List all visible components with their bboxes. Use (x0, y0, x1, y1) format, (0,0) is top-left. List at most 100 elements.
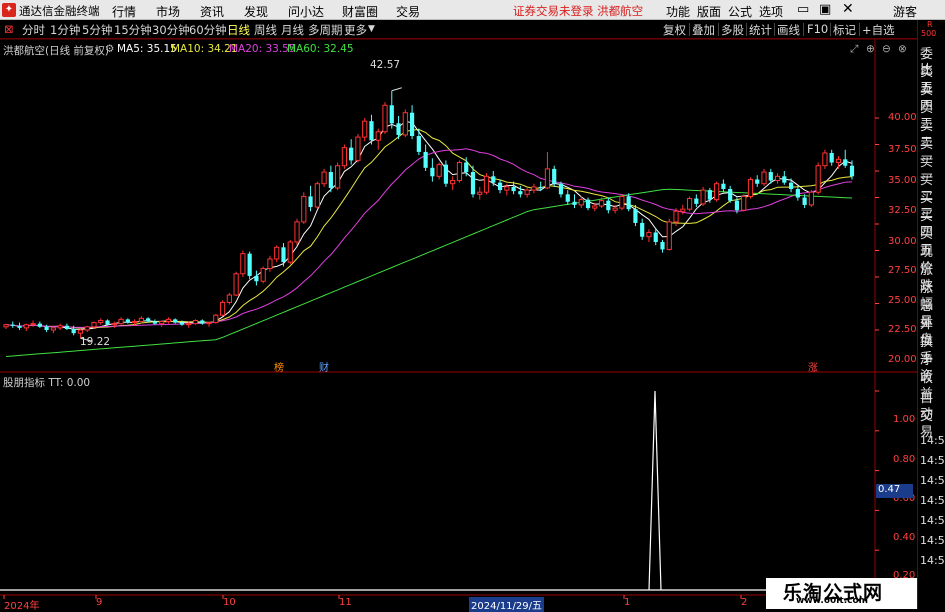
candle-body (369, 121, 374, 141)
candle-body (464, 162, 469, 173)
candle-body (308, 196, 313, 208)
candle-body (666, 221, 672, 250)
ma10-legend: MA10: 34.21 (171, 43, 238, 55)
candle-body (592, 205, 598, 209)
candle-body (314, 183, 320, 208)
candle-body (30, 323, 36, 326)
candle-body (375, 131, 381, 141)
candle-body (335, 165, 341, 189)
candle-body (470, 172, 476, 195)
expand-icon[interactable]: ⤢ (850, 43, 858, 56)
candle-body (23, 324, 29, 329)
date-tick: 11 (339, 597, 352, 608)
candle-body (552, 168, 557, 184)
candle-body (646, 231, 652, 238)
candle-body (37, 323, 42, 327)
mark-rise-icon[interactable]: 涨 (808, 359, 818, 374)
candle-body (349, 147, 354, 161)
candle-body (531, 186, 537, 191)
panel-close-icon[interactable]: ⊗ (898, 43, 907, 55)
ma60-legend: MA60: 32.45 (287, 43, 354, 55)
candle-body (835, 158, 842, 164)
candle-body (146, 318, 151, 322)
candle-body (585, 199, 591, 209)
date-tick: 2 (741, 597, 748, 608)
side-time: 14:56 (920, 434, 945, 447)
candle-body (734, 200, 740, 211)
candle-body (640, 222, 645, 237)
ma20-legend: MA20: 33.55 (229, 43, 296, 55)
candle-body (524, 189, 530, 195)
candle-body (118, 318, 124, 325)
candle-body (159, 321, 165, 325)
candle-body (111, 323, 117, 326)
candle-body (700, 189, 706, 205)
indicator-tick: 1.00 (893, 414, 916, 425)
candle-body (491, 176, 496, 183)
price-tick: 20.00 (888, 354, 917, 365)
candle-body (10, 324, 15, 326)
candle-body (728, 189, 733, 201)
candle-body (843, 159, 848, 166)
candle-body (497, 182, 503, 191)
candle-body (626, 196, 631, 210)
candle-body (849, 165, 855, 177)
price-tick: 40.00 (888, 112, 917, 123)
mark-list-icon[interactable]: 榜 (274, 359, 284, 374)
candle-body (477, 191, 483, 195)
candle-body (430, 167, 435, 177)
candle-body (44, 326, 49, 330)
candle-body (105, 320, 110, 325)
settings-gear-icon[interactable]: ⚙ (105, 43, 114, 55)
price-chart[interactable] (0, 0, 945, 609)
price-tick: 32.50 (888, 205, 917, 216)
candle-body (721, 183, 726, 190)
candle-body (409, 112, 415, 137)
candle-body (768, 172, 773, 181)
candle-body (3, 324, 9, 328)
candle-body (396, 123, 401, 135)
high-pointer (391, 87, 402, 92)
candle-body (77, 329, 84, 334)
side-r-label: R (927, 20, 933, 29)
candle-body (206, 322, 212, 325)
candle-body (240, 253, 246, 275)
candle-body (64, 325, 70, 329)
candle-body (213, 314, 219, 324)
remove-icon[interactable]: ⊖ (882, 43, 891, 55)
side-time: 14:56 (920, 454, 945, 467)
side-time: 14:56 (920, 494, 945, 507)
indicator-spike (648, 390, 662, 591)
price-tick: 37.50 (888, 144, 917, 155)
candle-body (443, 164, 449, 184)
candle-body (84, 326, 90, 331)
indicator-tick: 0.40 (893, 532, 916, 543)
price-tick: 35.00 (888, 175, 917, 186)
candle-body (565, 194, 570, 202)
candle-body (694, 198, 699, 204)
ma5-line (5, 121, 853, 330)
candle-body (179, 322, 185, 325)
indicator-title: 股朋指标 TT: 0.00 (3, 377, 91, 389)
candle-body (612, 207, 618, 211)
candle-body (544, 168, 551, 189)
mark-finance-icon[interactable]: 财 (319, 359, 329, 374)
candle-body (226, 294, 232, 303)
candle-body (436, 164, 442, 177)
candle-body (782, 176, 787, 183)
candle-body (186, 323, 192, 326)
candle-body (598, 200, 605, 207)
candle-body (788, 182, 794, 190)
candle-body (233, 273, 239, 296)
add-icon[interactable]: ⊕ (866, 43, 875, 55)
candle-body (355, 136, 361, 161)
candle-body (633, 209, 638, 223)
ma20-line (5, 148, 853, 328)
candle-body (774, 175, 781, 182)
candle-body (829, 152, 834, 163)
candle-body (152, 321, 157, 324)
candle-body (511, 186, 516, 192)
candle-body (680, 208, 686, 212)
candle-body (281, 247, 286, 263)
date-tick: 9 (96, 597, 103, 608)
